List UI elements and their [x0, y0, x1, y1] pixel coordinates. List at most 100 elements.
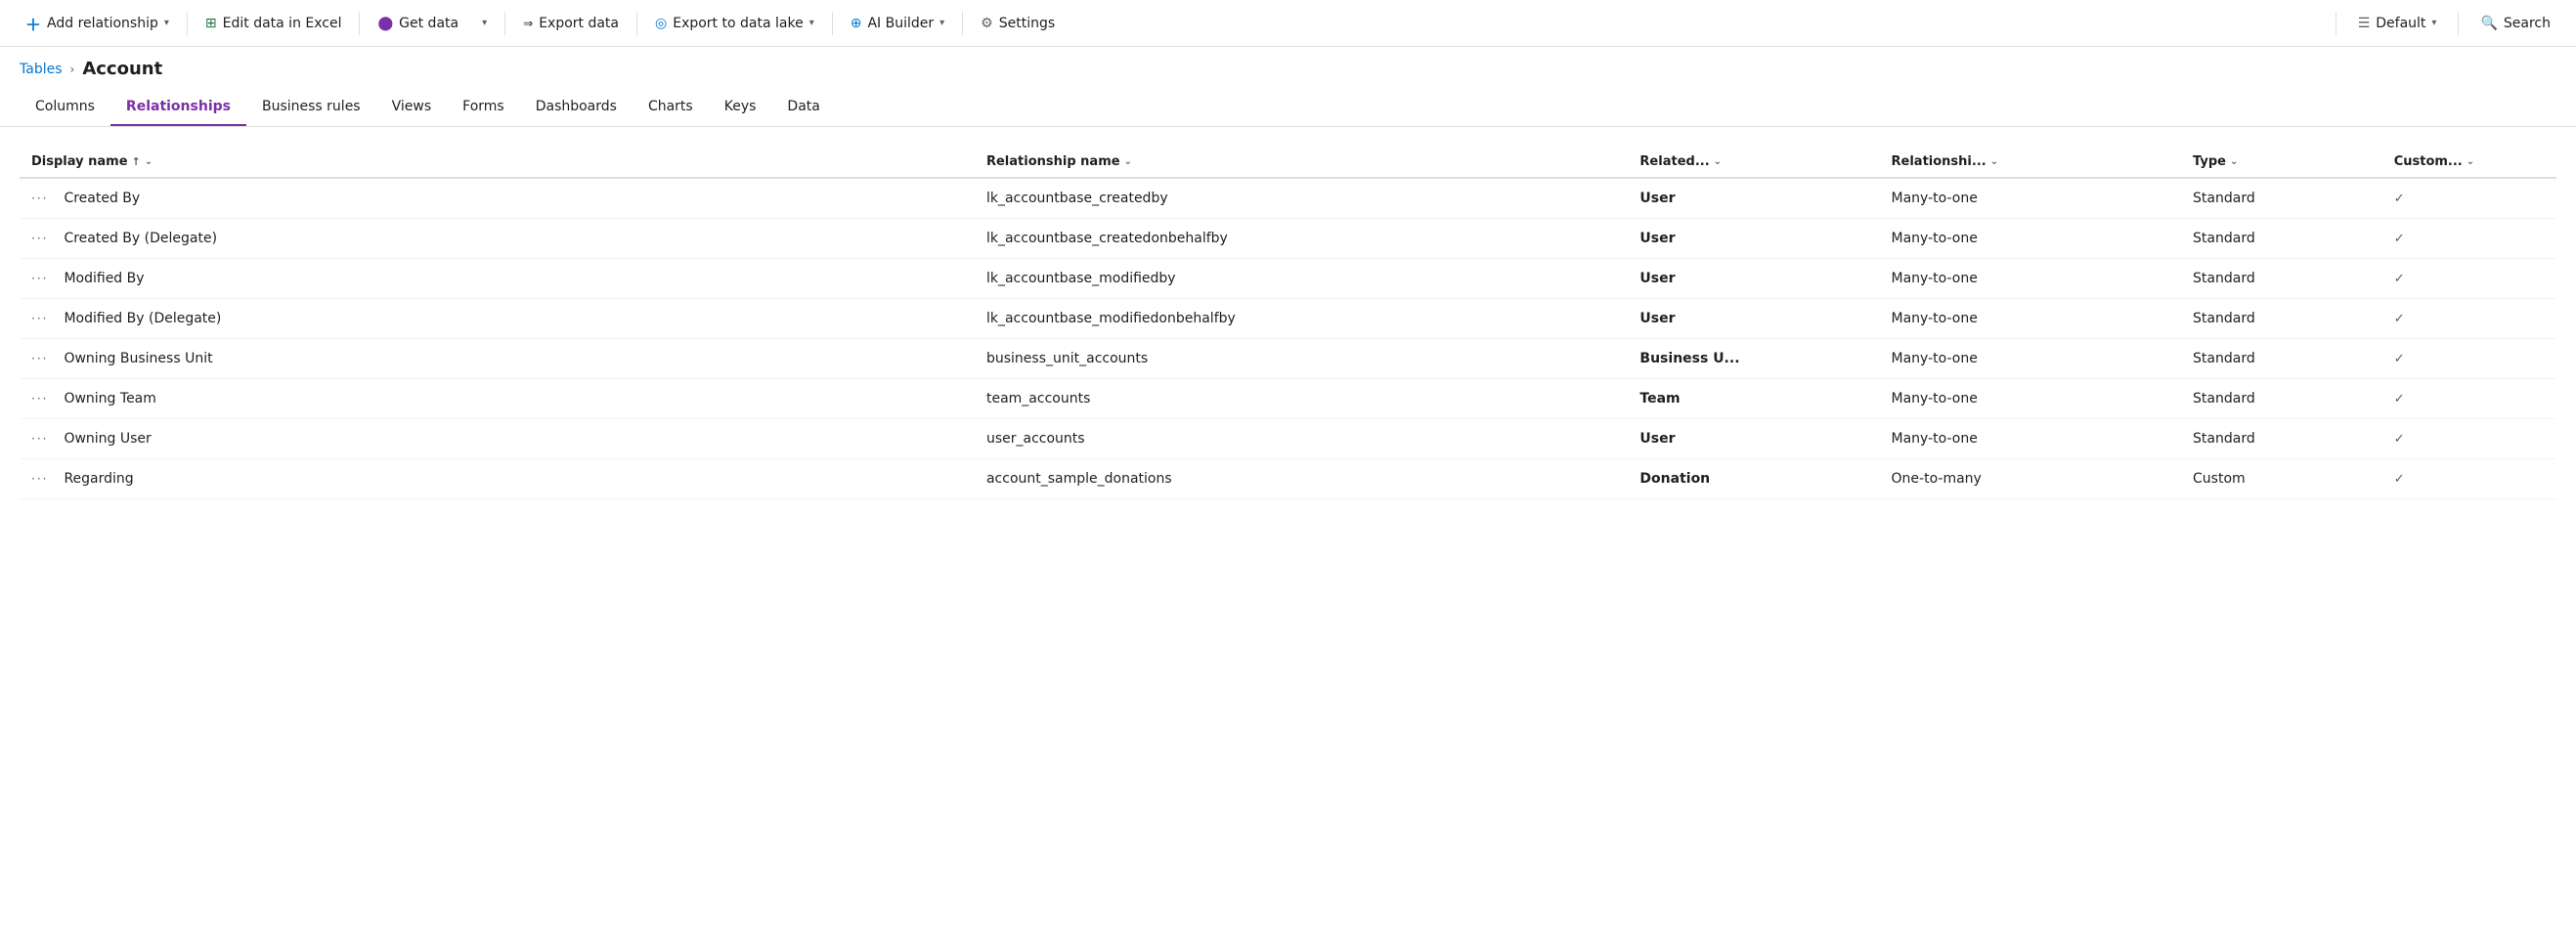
tab-keys[interactable]: Keys: [709, 91, 772, 126]
row-relationship-6: Many-to-one: [1892, 431, 2194, 447]
row-custom-2: ✓: [2394, 272, 2545, 286]
ai-builder-caret[interactable]: ▾: [939, 18, 944, 28]
col-header-related: Related... ⌄: [1639, 154, 1891, 169]
export-data-label: Export data: [539, 16, 619, 31]
col-custom-dropdown-icon[interactable]: ⌄: [2467, 156, 2474, 167]
table-row[interactable]: ··· Created By (Delegate) lk_accountbase…: [20, 219, 2556, 259]
row-type-5: Standard: [2193, 391, 2394, 406]
col-custom-label: Custom...: [2394, 154, 2463, 169]
row-display-name-text-0: Created By: [64, 191, 140, 206]
row-more-icon-0[interactable]: ···: [31, 192, 48, 205]
divider-1: [187, 12, 188, 35]
row-display-name-7: ··· Regarding: [31, 471, 986, 487]
table-row[interactable]: ··· Modified By (Delegate) lk_accountbas…: [20, 299, 2556, 339]
tab-columns[interactable]: Columns: [20, 91, 110, 126]
export-data-button[interactable]: ⇒ Export data: [513, 10, 629, 37]
row-more-icon-5[interactable]: ···: [31, 392, 48, 406]
col-type-dropdown-icon[interactable]: ⌄: [2230, 156, 2238, 167]
check-icon-6: ✓: [2394, 432, 2405, 447]
row-display-name-text-7: Regarding: [64, 471, 133, 487]
row-display-name-0: ··· Created By: [31, 191, 986, 206]
row-related-2: User: [1639, 271, 1891, 286]
export-lake-label: Export to data lake: [673, 16, 803, 31]
divider-8: [2458, 12, 2459, 35]
row-custom-5: ✓: [2394, 392, 2545, 406]
col-header-display-name: Display name ↑ ⌄: [31, 154, 986, 169]
lake-icon: ◎: [655, 16, 667, 31]
row-more-icon-4[interactable]: ···: [31, 352, 48, 365]
row-custom-4: ✓: [2394, 352, 2545, 366]
row-type-0: Standard: [2193, 191, 2394, 206]
check-icon-7: ✓: [2394, 472, 2405, 487]
export-lake-button[interactable]: ◎ Export to data lake ▾: [645, 10, 824, 37]
row-display-name-text-3: Modified By (Delegate): [64, 311, 221, 326]
tab-dashboards[interactable]: Dashboards: [520, 91, 633, 126]
row-rel-name-1: lk_accountbase_createdonbehalfby: [986, 231, 1639, 246]
table-row[interactable]: ··· Owning Team team_accounts Team Many-…: [20, 379, 2556, 419]
table-row[interactable]: ··· Modified By lk_accountbase_modifiedb…: [20, 259, 2556, 299]
tabs-bar: ColumnsRelationshipsBusiness rulesViewsF…: [0, 83, 2576, 127]
row-display-name-text-2: Modified By: [64, 271, 144, 286]
check-icon-2: ✓: [2394, 272, 2405, 286]
edit-excel-label: Edit data in Excel: [223, 16, 342, 31]
row-rel-name-5: team_accounts: [986, 391, 1639, 406]
ai-builder-button[interactable]: ⊕ AI Builder ▾: [841, 10, 954, 37]
breadcrumb-tables-link[interactable]: Tables: [20, 62, 63, 77]
toolbar: ＋ Add relationship ▾ ⊞ Edit data in Exce…: [0, 0, 2576, 47]
table-header: Display name ↑ ⌄ Relationship name ⌄ Rel…: [20, 147, 2556, 179]
get-data-label: Get data: [399, 16, 458, 31]
export-lake-caret[interactable]: ▾: [809, 18, 814, 28]
row-more-icon-3[interactable]: ···: [31, 312, 48, 325]
tab-business-rules[interactable]: Business rules: [246, 91, 376, 126]
row-display-name-5: ··· Owning Team: [31, 391, 986, 406]
col-relationship-label: Relationshi...: [1892, 154, 1987, 169]
excel-icon: ⊞: [205, 16, 217, 31]
tab-charts[interactable]: Charts: [633, 91, 709, 126]
row-more-icon-1[interactable]: ···: [31, 232, 48, 245]
row-custom-0: ✓: [2394, 192, 2545, 206]
divider-2: [359, 12, 360, 35]
search-button[interactable]: 🔍 Search: [2470, 10, 2560, 37]
get-data-button[interactable]: ⬤ Get data: [368, 10, 468, 37]
row-display-name-text-4: Owning Business Unit: [64, 351, 212, 366]
table-row[interactable]: ··· Owning User user_accounts User Many-…: [20, 419, 2556, 459]
row-more-icon-7[interactable]: ···: [31, 472, 48, 486]
search-icon: 🔍: [2480, 16, 2497, 31]
edit-excel-button[interactable]: ⊞ Edit data in Excel: [196, 10, 352, 37]
row-rel-name-2: lk_accountbase_modifiedby: [986, 271, 1639, 286]
add-relationship-button[interactable]: ＋ Add relationship ▾: [16, 6, 179, 41]
col-relationship-dropdown-icon[interactable]: ⌄: [1990, 156, 1998, 167]
row-rel-name-7: account_sample_donations: [986, 471, 1639, 487]
col-display-label: Display name: [31, 154, 128, 169]
row-display-name-1: ··· Created By (Delegate): [31, 231, 986, 246]
tab-relationships[interactable]: Relationships: [110, 91, 246, 126]
divider-5: [832, 12, 833, 35]
default-button[interactable]: ☰ Default ▾: [2348, 10, 2447, 37]
sort-asc-icon[interactable]: ↑: [132, 155, 141, 168]
row-related-0: User: [1639, 191, 1891, 206]
col-display-dropdown-icon[interactable]: ⌄: [145, 156, 153, 167]
row-relationship-2: Many-to-one: [1892, 271, 2194, 286]
tab-data[interactable]: Data: [771, 91, 835, 126]
table-row[interactable]: ··· Owning Business Unit business_unit_a…: [20, 339, 2556, 379]
row-display-name-text-5: Owning Team: [64, 391, 155, 406]
get-data-caret-button[interactable]: ▾: [472, 12, 497, 34]
search-label: Search: [2504, 16, 2551, 31]
toolbar-right: ☰ Default ▾ 🔍 Search: [2332, 10, 2560, 37]
tab-forms[interactable]: Forms: [447, 91, 520, 126]
settings-button[interactable]: ⚙ Settings: [971, 10, 1065, 37]
row-more-icon-6[interactable]: ···: [31, 432, 48, 446]
row-more-icon-2[interactable]: ···: [31, 272, 48, 285]
table-row[interactable]: ··· Regarding account_sample_donations D…: [20, 459, 2556, 499]
check-icon-4: ✓: [2394, 352, 2405, 366]
add-relationship-caret[interactable]: ▾: [164, 18, 169, 28]
table-row[interactable]: ··· Created By lk_accountbase_createdby …: [20, 179, 2556, 219]
row-custom-6: ✓: [2394, 432, 2545, 447]
row-display-name-6: ··· Owning User: [31, 431, 986, 447]
col-related-dropdown-icon[interactable]: ⌄: [1714, 156, 1722, 167]
divider-6: [962, 12, 963, 35]
divider-4: [636, 12, 637, 35]
col-rel-name-dropdown-icon[interactable]: ⌄: [1124, 156, 1132, 167]
row-custom-3: ✓: [2394, 312, 2545, 326]
tab-views[interactable]: Views: [376, 91, 448, 126]
